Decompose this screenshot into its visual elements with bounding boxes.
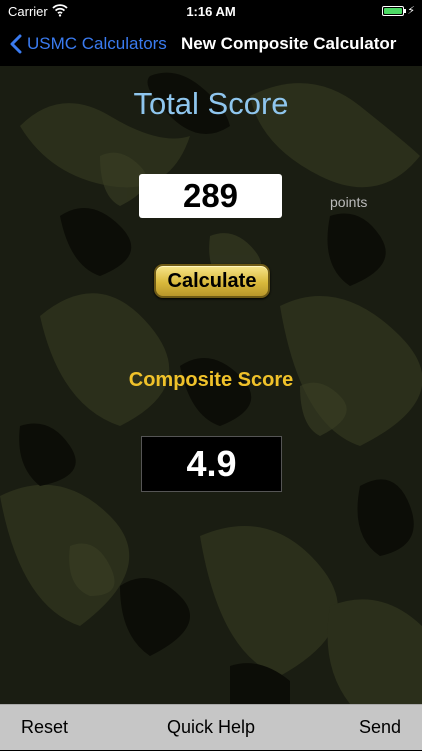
status-bar: Carrier 1:16 AM ⚡: [0, 0, 422, 22]
composite-score-label: Composite Score: [128, 369, 294, 391]
navigation-bar: USMC Calculators New Composite Calculato…: [0, 22, 422, 66]
main-content: Total Score points Calculate Composite S…: [0, 66, 422, 704]
calculate-button[interactable]: Calculate: [154, 264, 270, 298]
bolt-icon: ⚡: [407, 5, 415, 17]
back-button[interactable]: USMC Calculators: [10, 22, 167, 66]
points-unit-label: points: [330, 194, 368, 210]
chevron-left-icon: [10, 34, 22, 54]
status-time: 1:16 AM: [186, 4, 236, 19]
bottom-toolbar: Reset Quick Help Send: [0, 704, 422, 750]
battery-icon: [382, 6, 406, 16]
send-button[interactable]: Send: [359, 705, 401, 751]
total-score-input[interactable]: [139, 174, 282, 218]
back-button-label: USMC Calculators: [27, 34, 167, 53]
total-score-label: Total Score: [133, 86, 289, 121]
composite-score-value: 4.9: [141, 436, 282, 492]
page-title: New Composite Calculator: [181, 34, 397, 53]
